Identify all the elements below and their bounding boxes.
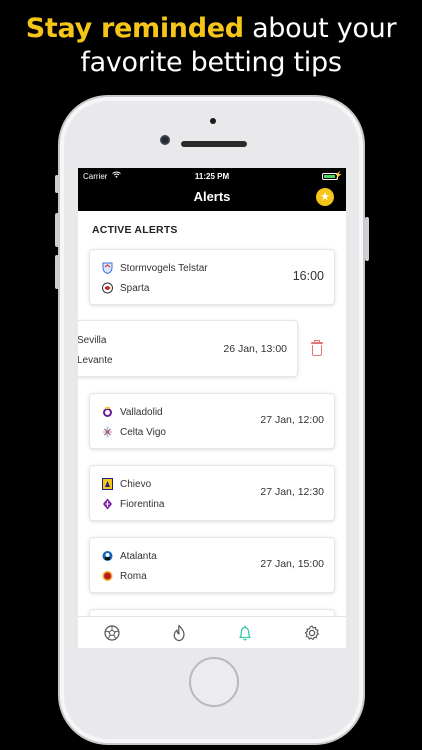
kickoff-time: 27 Jan, 12:00: [260, 414, 324, 426]
flame-icon[interactable]: [169, 624, 189, 642]
alert-card-swiped[interactable]: Sevilla Levante 26 Jan, 13:00: [78, 320, 298, 377]
volume-down-button: [55, 255, 59, 289]
away-team-name: Sparta: [120, 282, 150, 294]
section-title: ACTIVE ALERTS: [92, 224, 178, 236]
away-team-name: Fiorentina: [120, 498, 165, 510]
team-crest-icon: [102, 478, 113, 490]
away-team: Roma: [102, 568, 147, 584]
away-team-name: Roma: [120, 570, 147, 582]
kickoff-time: 16:00: [292, 269, 324, 283]
headline-line-1: Stay reminded about your: [0, 12, 422, 46]
home-button[interactable]: [189, 657, 239, 707]
team-crest-icon: [102, 550, 113, 562]
home-team-name: Chievo: [120, 478, 152, 490]
page-title: Alerts: [193, 189, 231, 204]
status-bar: Carrier 11:25 PM ⚡: [78, 170, 346, 184]
team-crest-icon: [102, 570, 113, 582]
away-team-name: Celta Vigo: [120, 426, 166, 438]
status-time: 11:25 PM: [194, 172, 230, 181]
home-team-name: Atalanta: [120, 550, 157, 562]
headline-line-1-rest: about your: [243, 13, 397, 44]
mute-switch: [55, 175, 59, 193]
trash-icon[interactable]: [310, 340, 324, 356]
home-team: Stormvogels Telstar: [102, 260, 208, 276]
home-team-name: Valladolid: [120, 406, 163, 418]
soccer-ball-icon[interactable]: [102, 624, 122, 642]
alert-card[interactable]: Valladolid Celta Vigo 27 Jan, 12:00: [89, 393, 335, 449]
away-team-name: Levante: [78, 354, 113, 366]
proximity-sensor: [210, 118, 216, 124]
star-icon[interactable]: ★: [316, 188, 334, 206]
headline-line-2: favorite betting tips: [80, 47, 342, 78]
kickoff-time: 26 Jan, 13:00: [223, 343, 287, 355]
tab-bar: [78, 616, 346, 648]
promo-headline: Stay reminded about your favorite bettin…: [0, 12, 422, 80]
team-crest-icon: [102, 282, 113, 294]
navigation-bar: Carrier 11:25 PM ⚡ Alerts ★: [78, 168, 346, 211]
front-camera: [160, 135, 170, 145]
team-crest-icon: [102, 498, 113, 510]
alert-card[interactable]: Stormvogels Telstar Sparta 16:00: [89, 249, 335, 305]
away-team: Fiorentina: [102, 496, 164, 512]
kickoff-time: 27 Jan, 15:00: [260, 558, 324, 570]
home-team-name: Stormvogels Telstar: [120, 262, 208, 274]
app-screen: Carrier 11:25 PM ⚡ Alerts ★ ACTIVE ALERT…: [78, 168, 346, 648]
home-team: Valladolid: [102, 404, 163, 420]
home-team: Chievo: [102, 476, 151, 492]
volume-up-button: [55, 213, 59, 247]
alert-card[interactable]: Atalanta Roma 27 Jan, 15:00: [89, 537, 335, 593]
home-team: Atalanta: [102, 548, 157, 564]
kickoff-time: 27 Jan, 12:30: [260, 486, 324, 498]
charging-icon: ⚡: [334, 172, 343, 179]
team-crest-icon: [102, 406, 113, 418]
alert-card[interactable]: Chievo Fiorentina 27 Jan, 12:30: [89, 465, 335, 521]
home-team: Sevilla: [78, 332, 106, 348]
headline-highlight: Stay reminded: [25, 13, 244, 44]
gear-icon[interactable]: [302, 624, 322, 642]
team-crest-icon: [102, 426, 113, 438]
power-button: [365, 217, 369, 261]
home-team-name: Sevilla: [78, 334, 107, 346]
team-crest-icon: [102, 262, 113, 275]
away-team: Celta Vigo: [102, 424, 166, 440]
earpiece-speaker: [181, 141, 247, 147]
bell-icon[interactable]: [235, 624, 255, 642]
away-team: Levante: [78, 352, 113, 368]
away-team: Sparta: [102, 280, 149, 296]
